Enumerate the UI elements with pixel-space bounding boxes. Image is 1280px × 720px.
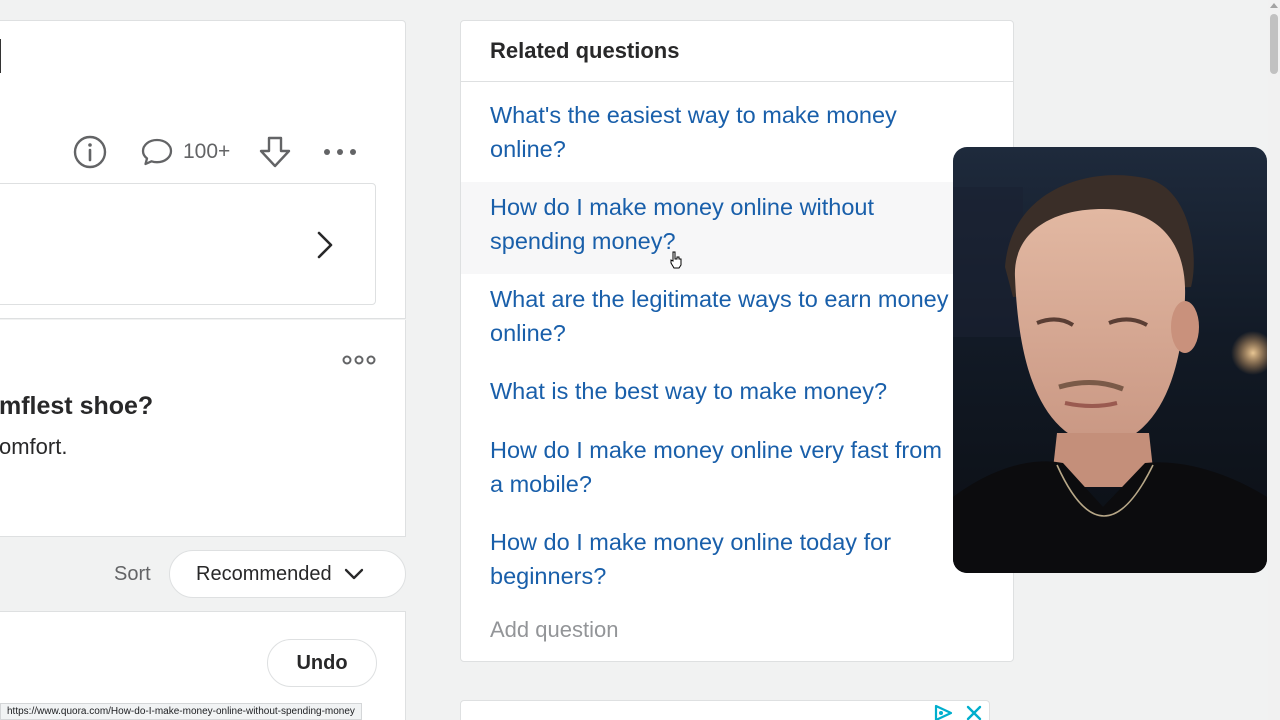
hand-cursor-icon [669, 251, 683, 269]
related-question-link[interactable]: What's the easiest way to make money onl… [490, 102, 897, 162]
chevron-down-icon [342, 562, 366, 586]
sort-dropdown[interactable]: Recommended [169, 550, 406, 598]
ad-card [460, 700, 990, 720]
more-icon[interactable] [341, 352, 377, 368]
question-action-bar: 100+ [71, 133, 358, 171]
promo-box[interactable] [0, 183, 376, 305]
text-caret [0, 39, 1, 73]
question-card: 100+ [0, 20, 406, 319]
related-questions-header: Related questions [461, 21, 1013, 82]
comment-icon[interactable] [139, 134, 175, 170]
scroll-up-arrow[interactable] [1270, 3, 1278, 8]
related-question-link[interactable]: What is the best way to make money? [490, 378, 887, 404]
page-scrollbar[interactable] [1268, 0, 1280, 720]
related-question-link[interactable]: How do I make money online today for beg… [490, 529, 891, 589]
related-question-item[interactable]: What is the best way to make money? [461, 374, 1013, 424]
comment-count: 100+ [183, 140, 231, 163]
related-question-item[interactable]: How do I make money online without spend… [461, 182, 1013, 274]
undo-button[interactable]: Undo [267, 639, 377, 687]
add-question-link[interactable]: Add question [490, 617, 618, 643]
related-question-item[interactable]: How do I make money online today for beg… [461, 525, 1013, 611]
answer-card: mflest shoe? omfort. [0, 320, 406, 537]
related-question-item[interactable]: What's the easiest way to make money onl… [461, 98, 1013, 184]
related-questions-card: Related questions What's the easiest way… [460, 20, 1014, 662]
sort-row: Sort Recommended [0, 550, 406, 598]
related-question-link[interactable]: How do I make money online without spend… [490, 194, 874, 254]
ad-choices-icon[interactable] [933, 704, 955, 720]
downvote-icon[interactable] [256, 133, 294, 171]
related-question-item[interactable]: How do I make money online very fast fro… [461, 433, 1013, 519]
close-icon[interactable] [965, 704, 983, 720]
info-icon[interactable] [71, 133, 109, 171]
more-icon[interactable] [322, 134, 358, 170]
ad-controls [933, 704, 983, 720]
answer-title[interactable]: mflest shoe? [0, 392, 153, 421]
answer-body: omfort. [0, 434, 68, 459]
sort-label: Sort [114, 563, 151, 585]
related-question-item[interactable]: What are the legitimate ways to earn mon… [461, 282, 1013, 368]
presenter-video [953, 175, 1267, 573]
scrollbar-thumb[interactable] [1270, 14, 1278, 74]
status-bar-url: https://www.quora.com/How-do-I-make-mone… [0, 703, 362, 720]
related-question-link[interactable]: What are the legitimate ways to earn mon… [490, 286, 948, 346]
chevron-right-icon [311, 228, 339, 262]
related-question-link[interactable]: How do I make money online very fast fro… [490, 437, 942, 497]
sort-selected: Recommended [196, 562, 332, 585]
related-questions-heading: Related questions [490, 38, 680, 63]
webcam-overlay [953, 147, 1267, 573]
